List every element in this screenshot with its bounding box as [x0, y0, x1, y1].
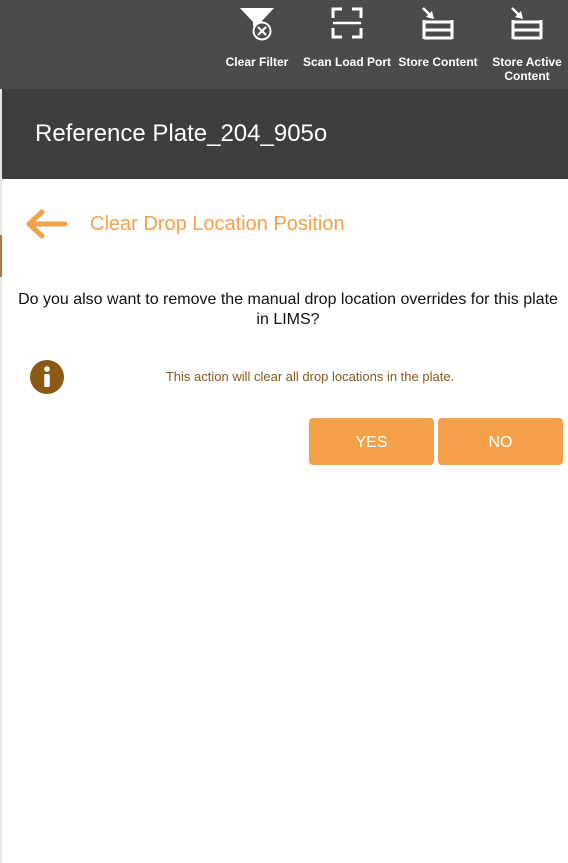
page-title: Reference Plate_204_905o: [35, 120, 328, 147]
scan-load-port-button[interactable]: Scan Load Port: [300, 0, 394, 89]
scan-icon: [331, 7, 363, 39]
store-active-content-button[interactable]: Store Active Content: [488, 0, 566, 89]
back-button[interactable]: [24, 206, 68, 242]
dialog-title: Clear Drop Location Position: [90, 213, 345, 235]
scan-load-port-label: Scan Load Port: [302, 55, 391, 69]
left-edge-divider: [0, 89, 2, 863]
arrow-left-icon: [26, 209, 68, 239]
top-toolbar: Clear Filter Scan Load Port Store Conten…: [0, 0, 568, 89]
store-active-content-label: Store Active Content: [492, 55, 562, 83]
confirmation-question: Do you also want to remove the manual dr…: [18, 291, 558, 328]
store-content-button[interactable]: Store Content: [396, 0, 480, 89]
store-active-icon: [511, 7, 543, 40]
store-content-label: Store Content: [398, 55, 478, 69]
info-icon: [30, 360, 64, 394]
title-bar: Reference Plate_204_905o: [0, 89, 568, 179]
no-button[interactable]: NO: [438, 418, 563, 465]
info-message: This action will clear all drop location…: [165, 369, 455, 384]
clear-filter-button[interactable]: Clear Filter: [222, 0, 292, 89]
filter-clear-icon: [240, 8, 274, 41]
clear-filter-label: Clear Filter: [225, 55, 289, 69]
yes-button[interactable]: YES: [309, 418, 434, 465]
store-icon: [422, 7, 454, 40]
left-edge-marker: [0, 235, 2, 277]
